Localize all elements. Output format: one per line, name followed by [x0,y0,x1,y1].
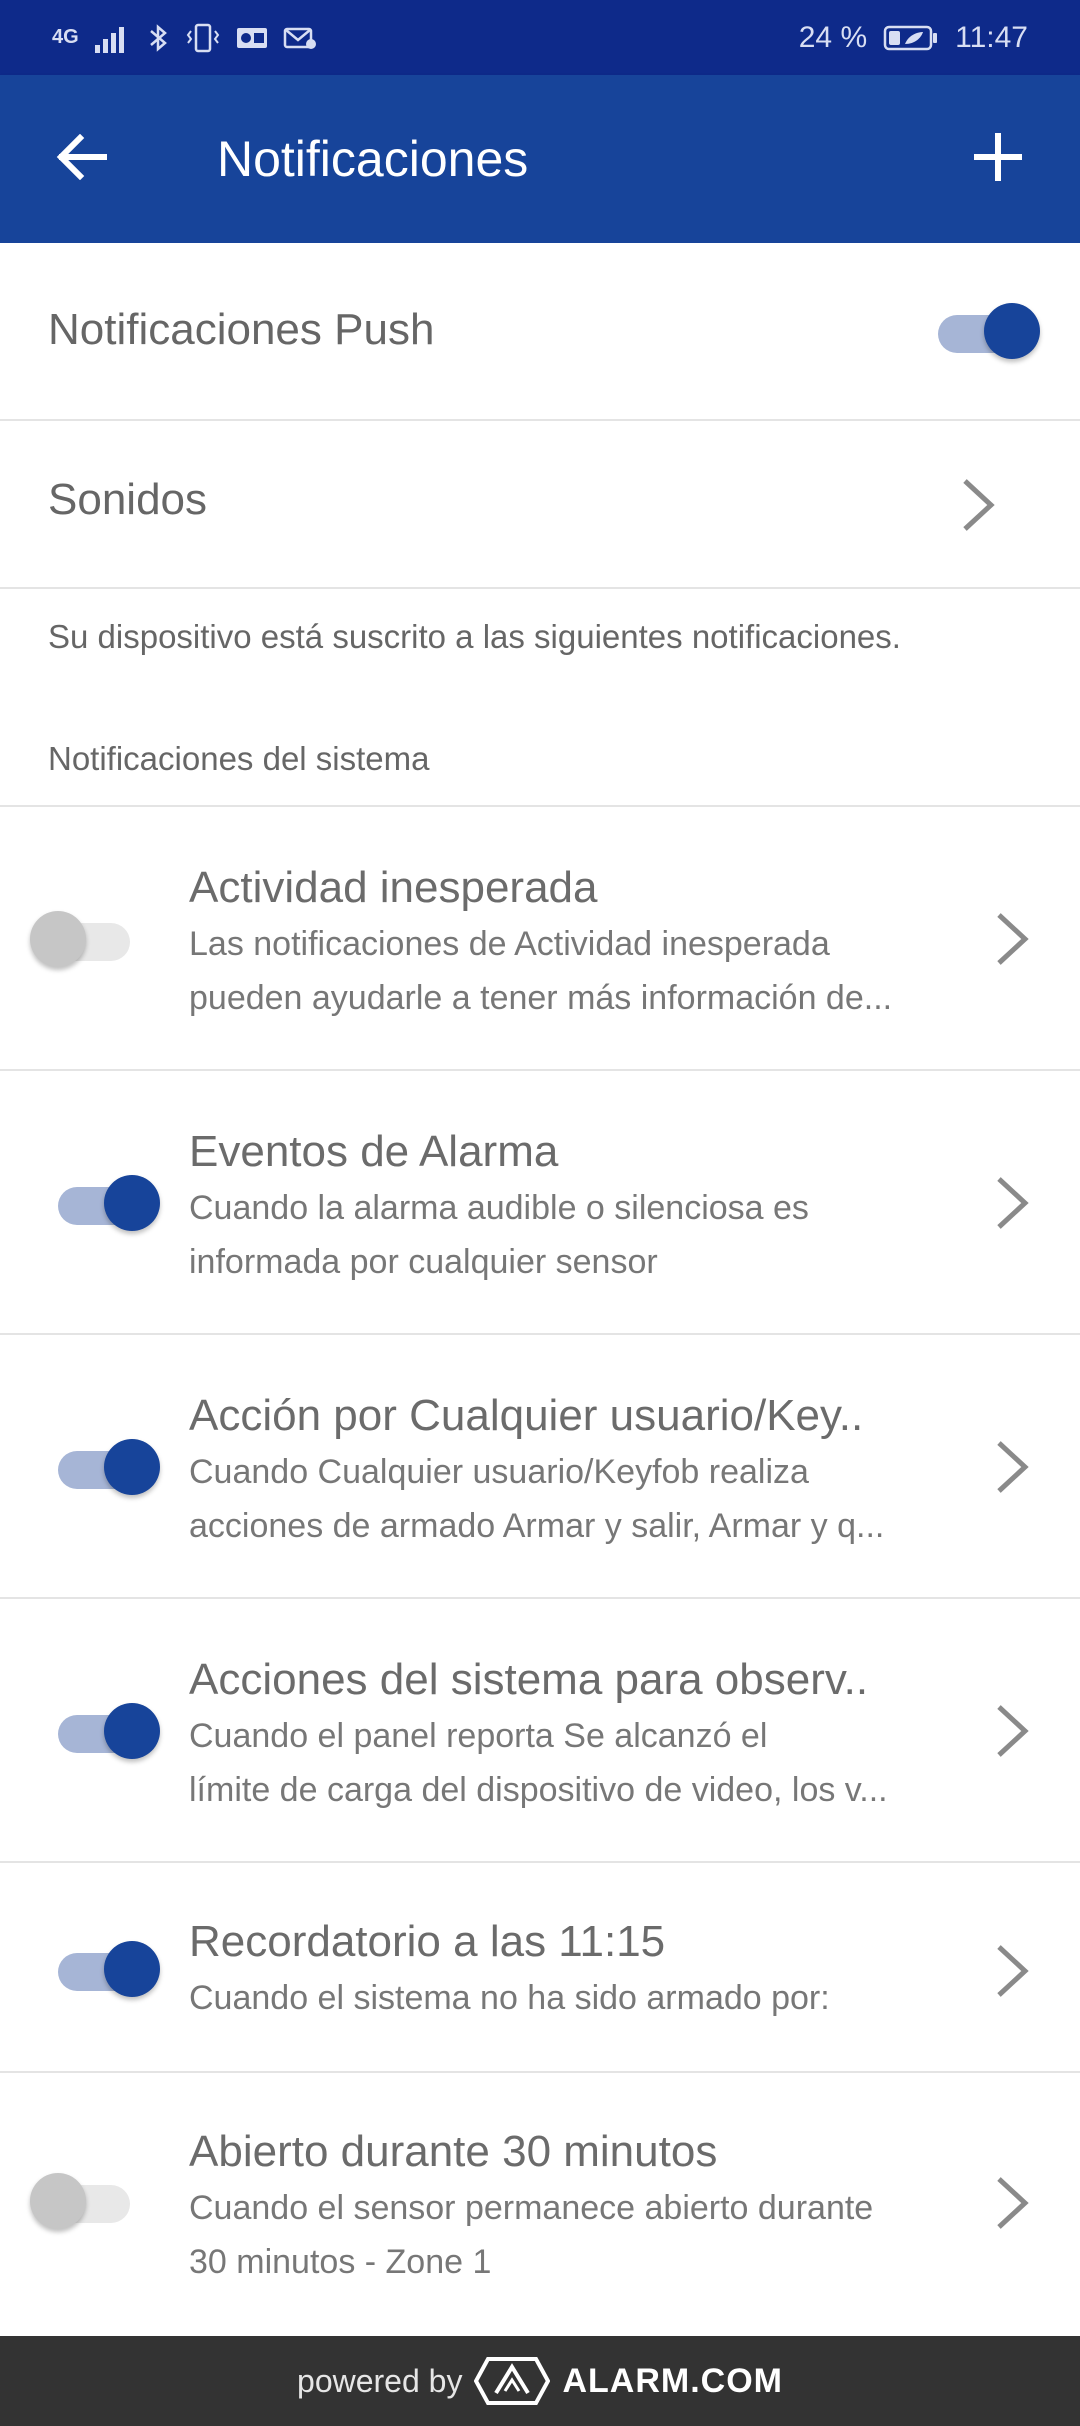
status-icons-right: 24 % 11:47 [799,21,1028,55]
toggle-knob [104,1941,160,1997]
chevron-right-icon [992,2173,1032,2233]
description-line: Cuando Cualquier usuario/Keyfob realiza [189,1453,809,1491]
chevron-right-icon [958,475,998,535]
notification-title: Eventos de Alarma [189,1127,559,1176]
brand-name: ALARM.COM [562,2361,783,2400]
powered-by-label: powered by [297,2362,463,2399]
notification-description: Cuando Cualquier usuario/Keyfob realiza … [189,1445,939,1553]
notification-toggle[interactable] [58,1175,160,1231]
network-type-label: 4G [52,26,79,48]
push-notifications-row: Notificaciones Push [0,243,1080,421]
signal-icon [93,23,133,53]
notification-description: Las notificaciones de Actividad inespera… [189,917,939,1025]
add-notification-button[interactable] [970,129,1026,185]
description-line: 30 minutos - Zone 1 [189,2243,492,2281]
vibrate-icon [185,22,221,54]
chevron-right-icon [992,909,1032,969]
push-notifications-label: Notificaciones Push [48,305,435,354]
app-bar: Notificaciones [0,75,1080,243]
notification-description: Cuando el sensor permanece abierto duran… [189,2181,939,2289]
notification-toggle[interactable] [58,1439,160,1495]
push-notifications-toggle[interactable] [938,303,1040,359]
clock: 11:47 [955,20,1028,54]
description-line: límite de carga del dispositivo de video… [189,1771,888,1809]
notification-row-abierto-30-minutos[interactable]: Abierto durante 30 minutos Cuando el sen… [0,2073,1080,2336]
notification-title: Actividad inesperada [189,863,598,912]
notification-toggle[interactable] [30,911,130,967]
notification-title: Acciones del sistema para observ.. [189,1655,869,1704]
chevron-right-icon [992,1941,1032,2001]
powered-by-footer: powered by ALARM.COM [0,2336,1080,2426]
description-line: Cuando la alarma audible o silenciosa es [189,1189,809,1227]
battery-percent: 24 % [798,20,868,54]
notification-title: Recordatorio a las 11:15 [189,1917,666,1966]
notification-description: Cuando la alarma audible o silenciosa es… [189,1181,939,1289]
description-line: informada por cualquier sensor [189,1243,658,1281]
mail-icon [283,24,317,52]
page-title: Notificaciones [217,131,529,187]
description-line: pueden ayudarle a tener más información … [189,979,893,1017]
notification-row-actividad-inesperada[interactable]: Actividad inesperada Las notificaciones … [0,807,1080,1071]
description-line: acciones de armado Armar y salir, Armar … [189,1507,885,1545]
plus-icon [974,133,1022,181]
status-icons-left: 4G [52,22,317,54]
chevron-right-icon [992,1437,1032,1497]
status-bar: 4G 24 % 11:47 [0,0,1080,75]
sounds-row[interactable]: Sonidos [0,421,1080,589]
toggle-knob [30,2173,86,2229]
alarm-com-logo-icon [474,2351,551,2411]
bluetooth-icon [147,22,171,54]
notification-toggle[interactable] [30,2173,130,2229]
notification-toggle[interactable] [58,1703,160,1759]
toggle-knob [30,911,86,967]
notification-description: Cuando el panel reporta Se alcanzó el lí… [189,1709,939,1817]
notification-toggle[interactable] [58,1941,160,1997]
battery-icon [883,24,939,52]
description-line: Cuando el sensor permanece abierto duran… [189,2189,874,2227]
toggle-knob [104,1175,160,1231]
chevron-right-icon [992,1173,1032,1233]
description-line: Cuando el panel reporta Se alcanzó el [189,1717,768,1755]
notification-title: Abierto durante 30 minutos [189,2127,718,2176]
notification-row-recordatorio[interactable]: Recordatorio a las 11:15 Cuando el siste… [0,1863,1080,2073]
back-button[interactable] [54,129,110,185]
notification-row-eventos-de-alarma[interactable]: Eventos de Alarma Cuando la alarma audib… [0,1071,1080,1335]
section-header-system: Notificaciones del sistema [48,740,430,777]
sounds-label: Sonidos [48,475,208,524]
toggle-knob [984,303,1040,359]
toggle-knob [104,1439,160,1495]
notification-title: Acción por Cualquier usuario/Key.. [189,1391,864,1440]
notification-description: Cuando el sistema no ha sido armado por: [189,1971,939,2025]
arrow-left-icon [56,134,107,180]
description-line: Cuando el sistema no ha sido armado por: [189,1979,830,2017]
chevron-right-icon [992,1701,1032,1761]
description-line: Las notificaciones de Actividad inespera… [189,925,830,963]
outlook-icon [235,24,269,52]
notification-row-acciones-del-sistema[interactable]: Acciones del sistema para observ.. Cuand… [0,1599,1080,1863]
notification-row-accion-por-usuario[interactable]: Acción por Cualquier usuario/Key.. Cuand… [0,1335,1080,1599]
subscription-info-text: Su dispositivo está suscrito a las sigui… [48,618,901,655]
toggle-knob [104,1703,160,1759]
